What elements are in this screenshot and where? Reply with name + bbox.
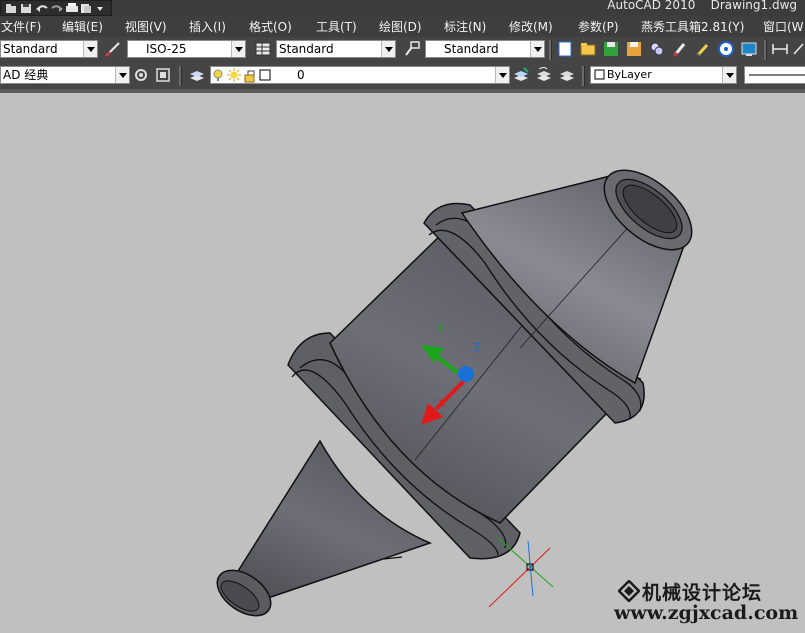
toolbar-separator	[549, 40, 552, 60]
monitor-icon[interactable]	[740, 40, 758, 58]
linear-dim-icon[interactable]	[771, 40, 789, 58]
forum-watermark: 机械设计论坛 www.zgjxcad.com	[612, 574, 804, 632]
layer-properties-icon[interactable]	[188, 66, 206, 84]
drawing-canvas[interactable]: Y X Z	[0, 93, 805, 633]
table-style-select[interactable]: Standard	[276, 40, 396, 58]
save-as-icon[interactable]	[625, 40, 643, 58]
open-icon[interactable]	[579, 40, 597, 58]
quick-access-toolbar	[0, 0, 112, 16]
redo-icon[interactable]	[50, 3, 63, 14]
multileader-style-select[interactable]: Standard	[425, 40, 545, 58]
forum-logo-icon	[618, 580, 640, 602]
customize-icon[interactable]	[95, 3, 107, 14]
toolbar-separator	[764, 40, 767, 60]
layer-states-icon[interactable]	[558, 66, 576, 84]
toolbar-separator	[582, 66, 585, 86]
dim-style-select[interactable]: ISO-25	[127, 40, 246, 58]
table-style-value: Standard	[279, 42, 334, 56]
make-current-layer-icon[interactable]	[512, 66, 530, 84]
text-style-value: Standard	[3, 42, 58, 56]
menu-dimension[interactable]: 标注(N)	[444, 18, 486, 35]
x-axis-label: X	[438, 397, 446, 410]
color-swatch-icon	[594, 69, 605, 80]
new-icon[interactable]	[556, 40, 574, 58]
clean-screen-icon[interactable]	[154, 66, 172, 84]
layer-select[interactable]: 0	[210, 66, 510, 84]
layers-toolbar: AD 经典 0 ByLayer	[0, 62, 805, 90]
multileader-style-icon[interactable]	[403, 40, 421, 58]
save-icon[interactable]	[20, 3, 32, 14]
undo-icon[interactable]	[35, 3, 48, 14]
brush-icon[interactable]	[671, 40, 689, 58]
menu-yanxiu-toolbox[interactable]: 燕秀工具箱2.81(Y)	[641, 18, 744, 35]
chevron-down-icon	[495, 67, 509, 83]
open-icon[interactable]	[5, 3, 17, 14]
dim-style-icon[interactable]	[104, 40, 122, 58]
color-value: ByLayer	[607, 68, 652, 81]
menu-draw[interactable]: 绘图(D)	[379, 18, 422, 35]
y-axis-label: Y	[436, 322, 444, 335]
z-axis-origin[interactable]	[458, 366, 474, 382]
styles-toolbar: Standard ISO-25 Standard Standard	[0, 37, 805, 63]
layer-previous-icon[interactable]	[535, 66, 553, 84]
save-icon[interactable]	[602, 40, 620, 58]
dim-style-value: ISO-25	[146, 42, 187, 56]
menu-edit[interactable]: 编辑(E)	[62, 18, 103, 35]
current-layer-value: 0	[297, 68, 305, 82]
menu-file[interactable]: 文件(F)	[1, 18, 41, 35]
chevron-down-icon	[722, 67, 736, 83]
chevron-down-icon	[231, 41, 245, 57]
plot-icon[interactable]	[65, 2, 78, 14]
edit-pencil-icon[interactable]	[694, 40, 712, 58]
model-viewport[interactable]: Y X Z	[0, 93, 805, 633]
forum-name: 机械设计论坛	[642, 582, 763, 604]
linetype-preview	[749, 74, 805, 76]
publish-icon[interactable]	[80, 3, 92, 14]
chevron-down-icon	[115, 67, 129, 83]
target-icon[interactable]	[717, 40, 735, 58]
menu-bar: 文件(F) 编辑(E) 视图(V) 插入(I) 格式(O) 工具(T) 绘图(D…	[0, 16, 805, 38]
aligned-dim-icon[interactable]	[792, 40, 805, 58]
workspace-select[interactable]: AD 经典	[0, 66, 130, 84]
layer-manager-icon[interactable]	[648, 40, 666, 58]
title-bar: AutoCAD 2010 Drawing1.dwg	[0, 0, 805, 16]
menu-tools[interactable]: 工具(T)	[316, 18, 357, 35]
menu-insert[interactable]: 插入(I)	[189, 18, 226, 35]
menu-view[interactable]: 视图(V)	[125, 18, 167, 35]
linetype-select[interactable]	[744, 66, 805, 84]
menu-parametric[interactable]: 参数(P)	[578, 18, 619, 35]
chevron-down-icon	[530, 41, 544, 57]
chevron-down-icon	[83, 41, 97, 57]
menu-format[interactable]: 格式(O)	[249, 18, 292, 35]
forum-url: www.zgjxcad.com	[614, 602, 799, 624]
window-title: AutoCAD 2010 Drawing1.dwg	[607, 0, 797, 12]
menu-modify[interactable]: 修改(M)	[509, 18, 553, 35]
menu-window[interactable]: 窗口(W	[763, 18, 804, 35]
chevron-down-icon	[381, 41, 395, 57]
layer-state-icons	[213, 68, 271, 83]
table-style-icon[interactable]	[254, 40, 272, 58]
text-style-select[interactable]: Standard	[0, 40, 98, 58]
color-select[interactable]: ByLayer	[590, 66, 737, 84]
multileader-style-value: Standard	[444, 42, 499, 56]
workspace-value: AD 经典	[3, 68, 49, 82]
z-axis-label: Z	[473, 341, 481, 354]
workspace-settings-icon[interactable]	[132, 66, 150, 84]
toolbar-separator	[179, 66, 182, 86]
